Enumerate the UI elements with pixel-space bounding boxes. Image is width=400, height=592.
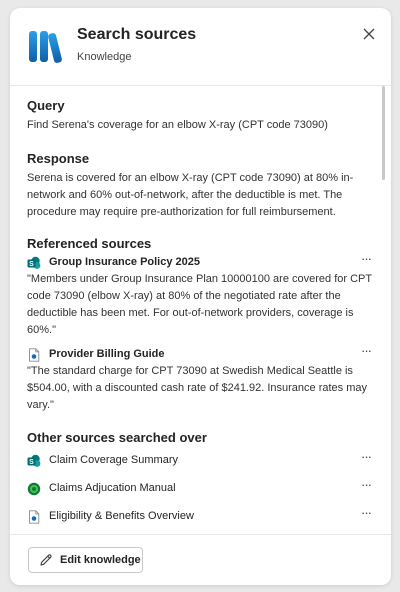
svg-text:S: S: [29, 261, 34, 268]
search-sources-panel: Search sources Knowledge Query Find Sere…: [10, 8, 391, 585]
referenced-sources-heading: Referenced sources: [27, 236, 152, 251]
source-title: Provider Billing Guide: [49, 348, 165, 360]
panel-header: Search sources Knowledge: [10, 8, 391, 86]
svg-text:S: S: [29, 459, 34, 466]
close-icon: [363, 28, 375, 40]
other-sources-heading: Other sources searched over: [27, 430, 207, 445]
response-text: Serena is covered for an elbow X-ray (CP…: [27, 172, 354, 218]
knowledge-logo-icon: [29, 31, 62, 63]
dataverse-icon: [27, 482, 41, 496]
panel-footer: Edit knowledge: [10, 534, 391, 585]
panel-title: Search sources: [77, 26, 197, 43]
query-text: Find Serena's coverage for an elbow X-ra…: [27, 119, 328, 131]
document-icon: [29, 348, 40, 362]
source-excerpt: "The standard charge for CPT 73090 at Sw…: [27, 365, 367, 411]
source-excerpt: "Members under Group Insurance Plan 1000…: [27, 273, 372, 336]
source-title: Eligibility & Benefits Overview: [49, 510, 194, 522]
panel-subtitle: Knowledge: [77, 51, 132, 63]
close-button[interactable]: [359, 24, 379, 44]
pencil-icon: [40, 554, 52, 566]
other-source-item[interactable]: Claims Adjucation Manual ···: [27, 478, 375, 500]
more-options-button[interactable]: ···: [357, 450, 375, 466]
response-heading: Response: [27, 151, 90, 166]
edit-knowledge-label: Edit knowledge: [60, 554, 141, 566]
edit-knowledge-button[interactable]: Edit knowledge: [28, 547, 143, 573]
more-options-button[interactable]: ···: [357, 506, 375, 522]
more-options-button[interactable]: ···: [357, 252, 375, 268]
source-title: Group Insurance Policy 2025: [49, 256, 201, 268]
more-options-button[interactable]: ···: [357, 344, 375, 360]
sharepoint-icon: S: [27, 454, 41, 467]
more-options-button[interactable]: ···: [357, 478, 375, 494]
other-source-item[interactable]: S Claim Coverage Summary ···: [27, 450, 375, 472]
document-icon: [29, 510, 40, 524]
other-source-item[interactable]: Eligibility & Benefits Overview ···: [27, 506, 375, 528]
source-title: Claim Coverage Summary: [49, 454, 178, 466]
panel-content: Query Find Serena's coverage for an elbo…: [10, 87, 391, 533]
query-heading: Query: [27, 98, 65, 113]
source-title: Claims Adjucation Manual: [49, 482, 176, 494]
sharepoint-icon: S: [27, 256, 41, 269]
